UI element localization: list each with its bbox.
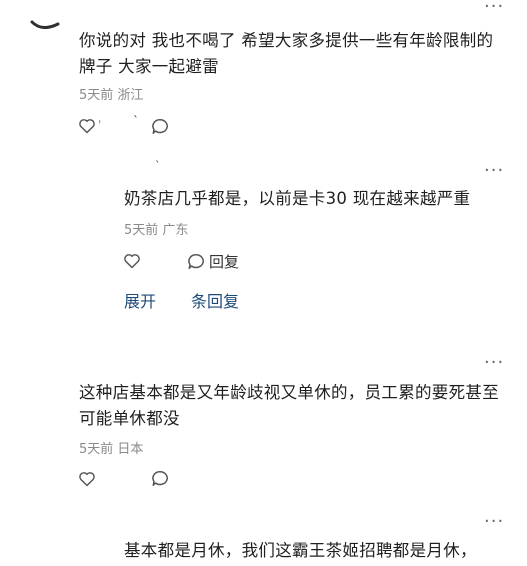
- more-options-icon[interactable]: ···: [484, 513, 504, 531]
- heart-outline-icon: [124, 254, 140, 269]
- comment-text: 这种店基本都是又年龄歧视又单休的，员工累的要死甚至可能单休都没: [79, 383, 499, 428]
- tick-fragment: ˋ: [155, 159, 161, 172]
- comment-button[interactable]: [151, 470, 169, 487]
- more-options-icon[interactable]: ···: [484, 0, 504, 16]
- like-count-fragment: ': [98, 118, 102, 132]
- heart-outline-icon: [79, 472, 95, 487]
- reply-text: 奶茶店几乎都是，以前是卡30 现在越来越严重: [124, 189, 471, 208]
- comment-meta: 5天前 日本: [79, 442, 144, 457]
- expand-link[interactable]: 展开: [124, 292, 156, 312]
- like-button[interactable]: [78, 118, 96, 134]
- comment-text: 你说的对 我也不喝了 希望大家多提供一些有年龄限制的牌子 大家一起避雷: [79, 31, 494, 76]
- heart-outline-icon: [79, 119, 95, 134]
- like-button[interactable]: [78, 471, 96, 487]
- reply-text: 基本都是月休，我们这霸王茶姬招聘都是月休，: [124, 541, 477, 560]
- replies-count-link[interactable]: 条回复: [191, 292, 239, 312]
- like-button[interactable]: [123, 253, 141, 269]
- comment-meta: 5天前 浙江: [79, 88, 144, 103]
- reply-button-label: 回复: [209, 253, 240, 271]
- more-options-icon[interactable]: ···: [484, 354, 504, 372]
- tick-fragment: ˋ: [133, 114, 139, 128]
- speech-bubble-icon: [188, 253, 204, 269]
- comment-button[interactable]: [151, 118, 169, 135]
- reply-button[interactable]: 回复: [187, 251, 239, 272]
- speech-bubble-icon: [152, 470, 168, 486]
- avatar[interactable]: [28, 0, 64, 34]
- reply-meta: 5天前 广东: [124, 223, 189, 238]
- more-options-icon[interactable]: ···: [484, 162, 504, 180]
- speech-bubble-icon: [152, 118, 168, 134]
